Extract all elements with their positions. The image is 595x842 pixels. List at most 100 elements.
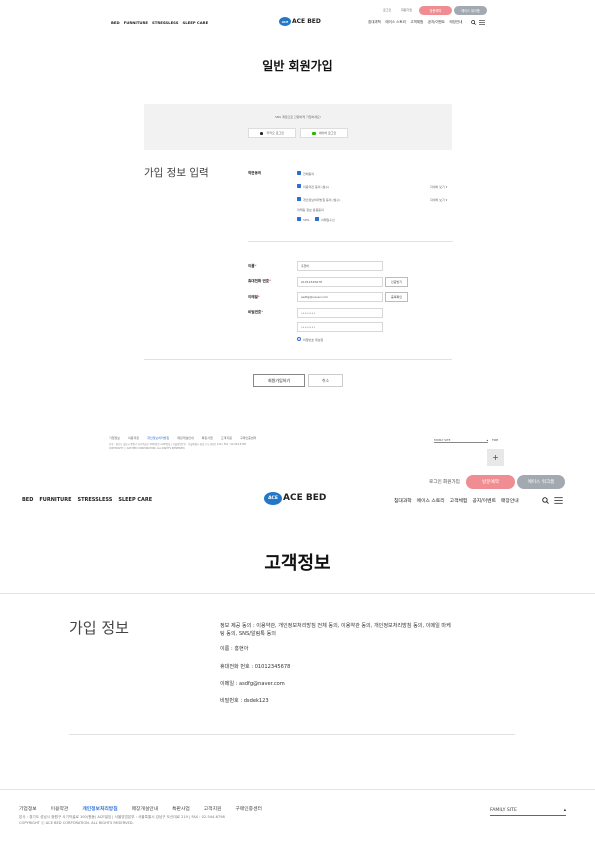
- nav-ace-story[interactable]: 에이스 스토리: [385, 20, 405, 25]
- password-reset-checkbox[interactable]: [297, 337, 301, 341]
- logo-badge: ACE: [264, 492, 282, 505]
- footer-link-special-sales[interactable]: 특판사업: [172, 805, 190, 812]
- footer-link-support[interactable]: 고객지원: [204, 805, 222, 812]
- password-note: 비밀번호 재설정: [303, 337, 324, 342]
- visit-reservation-button[interactable]: 방문예약: [419, 6, 452, 15]
- ace-workform-label: 에이스 워크폼: [527, 480, 555, 485]
- search-icon[interactable]: [542, 497, 549, 504]
- name-label: 이름*: [248, 264, 257, 268]
- name-info: 이름 : 홍현아: [220, 646, 249, 652]
- password-field[interactable]: ••••••••: [297, 308, 383, 318]
- ace-workform-button[interactable]: 에이스 워크폼: [517, 475, 565, 489]
- email-check-button[interactable]: 중복확인: [385, 292, 408, 302]
- menu-icon[interactable]: [554, 497, 563, 504]
- footer-link-privacy[interactable]: 개인정보처리방침: [147, 436, 169, 440]
- checkbox-sms[interactable]: [297, 217, 301, 221]
- login-link[interactable]: 로그인: [429, 479, 442, 485]
- family-site-label: FAMILY SITE: [434, 438, 451, 442]
- signup-link[interactable]: 회원가입: [401, 8, 412, 12]
- visit-reservation-label: 방문예약: [482, 480, 499, 485]
- signup-link[interactable]: 회원가입: [443, 479, 460, 485]
- footer-link-store-open[interactable]: 매장개설안내: [177, 436, 194, 440]
- footer-address: 본사 : 경기도 성남시 중원구 사기막골로 100(원동) ACE빌딩 | 서…: [19, 815, 225, 819]
- divider: [144, 359, 452, 360]
- main-nav-left: BED FURNITURE STRESSLESS SLEEP CARE: [22, 497, 152, 503]
- footer-link-terms[interactable]: 이용약관: [128, 436, 139, 440]
- terms-item1-label: 이용약관 동의 (필수): [303, 184, 330, 189]
- section-title: 가입 정보: [69, 619, 129, 637]
- ace-workform-button[interactable]: 에이스 워크폼: [454, 6, 487, 15]
- marketing-label: 마케팅 정보 활용동의: [297, 207, 324, 212]
- main-nav-right: 침대과학 에이스 스토리 고객체험 공지/이벤트 매장안내: [368, 20, 462, 25]
- nav-furniture[interactable]: FURNITURE: [124, 20, 148, 25]
- nav-bed[interactable]: BED: [111, 20, 120, 25]
- visit-reservation-button[interactable]: 방문예약: [466, 475, 515, 489]
- menu-icon[interactable]: [479, 20, 485, 25]
- nav-notice-event[interactable]: 공지/이벤트: [472, 497, 496, 504]
- footer-links: 기업정보 이용약관 개인정보처리방침 매장개설안내 특판사업 고객지원 구매인증…: [19, 805, 262, 812]
- nav-store[interactable]: 매장안내: [450, 20, 463, 25]
- footer-link-terms[interactable]: 이용약관: [51, 805, 69, 812]
- checkbox-privacy[interactable]: [297, 197, 301, 201]
- nav-store[interactable]: 매장안내: [501, 497, 519, 504]
- main-nav-right: 침대과학 에이스 스토리 고객체험 공지/이벤트 매장안내: [394, 497, 519, 504]
- footer-copyright: COPYRIGHT ⓒ ACE BED CORPORATION. ALL RIG…: [109, 447, 186, 450]
- footer-link-company[interactable]: 기업정보: [109, 436, 120, 440]
- terms-all-label: 전체동의: [303, 171, 315, 176]
- nav-sleep-care[interactable]: SLEEP CARE: [118, 497, 152, 503]
- phone-verify-button[interactable]: 인증받기: [385, 277, 408, 287]
- consent-info: 정보 제공 동의 : 이용약관, 개인정보처리방침 전체 동의, 이용약관 동의…: [220, 623, 451, 637]
- chevron-up-icon: ▴: [563, 808, 566, 813]
- nav-experience[interactable]: 고객체험: [410, 20, 423, 25]
- chevron-up-icon: ▴: [486, 438, 488, 442]
- footer-link-company[interactable]: 기업정보: [19, 805, 37, 812]
- phone-field[interactable]: 01012345678: [297, 277, 383, 287]
- login-link[interactable]: 로그인: [383, 8, 391, 12]
- name-field[interactable]: 홍현아: [297, 261, 383, 271]
- footer-link-special-sales[interactable]: 특판사업: [202, 436, 213, 440]
- naver-login-button[interactable]: 네이버 로그인: [300, 128, 348, 138]
- family-site-select[interactable]: FAMILY SITE ▴: [490, 808, 566, 816]
- family-site-select[interactable]: FAMILY SITE ▴: [434, 438, 488, 443]
- sms-label: SMS: [303, 217, 310, 222]
- password-confirm-field[interactable]: ••••••••: [297, 322, 383, 332]
- nav-ace-story[interactable]: 에이스 스토리: [417, 497, 445, 504]
- nav-stressless[interactable]: STRESSLESS: [152, 20, 178, 25]
- nav-bed-science[interactable]: 침대과학: [368, 20, 381, 25]
- footer-link-store-open[interactable]: 매장개설안내: [132, 805, 158, 812]
- footer-link-privacy[interactable]: 개인정보처리방침: [82, 805, 117, 812]
- kakao-login-button[interactable]: 카카오 로그인: [248, 128, 296, 138]
- checkbox-email[interactable]: [315, 217, 319, 221]
- top-label[interactable]: TOP: [492, 438, 498, 442]
- terms-view-2[interactable]: 자세히 보기 ▾: [430, 198, 447, 202]
- family-site-label: FAMILY SITE: [490, 808, 517, 813]
- checkbox-terms[interactable]: [297, 184, 301, 188]
- nav-experience[interactable]: 고객체험: [450, 497, 468, 504]
- submit-signup-button[interactable]: 회원가입하기: [253, 374, 305, 387]
- checkbox-all[interactable]: [297, 171, 301, 175]
- naver-login-label: 네이버 로그인: [318, 131, 337, 135]
- cancel-button[interactable]: 취소: [308, 374, 343, 387]
- phone-info: 휴대전화 번호 : 01012345678: [220, 664, 291, 670]
- plus-icon[interactable]: +: [487, 449, 504, 466]
- footer-copyright: COPYRIGHT ⓒ ACE BED CORPORATION. ALL RIG…: [19, 821, 134, 825]
- naver-icon: [311, 131, 316, 135]
- nav-stressless[interactable]: STRESSLESS: [78, 497, 113, 503]
- footer-divider: [0, 789, 595, 790]
- ace-workform-label: 에이스 워크폼: [461, 9, 480, 13]
- terms-label: 약관동의: [248, 171, 262, 175]
- nav-sleep-care[interactable]: SLEEP CARE: [182, 20, 208, 25]
- terms-view-1[interactable]: 자세히 보기 ▾: [430, 185, 447, 189]
- search-icon[interactable]: [471, 20, 476, 25]
- email-field[interactable]: asdfg@naver.com: [297, 292, 383, 302]
- kakao-icon: [259, 131, 264, 135]
- footer-link-auth-center[interactable]: 구매인증센터: [240, 436, 257, 440]
- footer-link-auth-center[interactable]: 구매인증센터: [235, 805, 261, 812]
- sns-prompt: SNS 계정으로 간편하게 가입하세요!: [275, 115, 321, 119]
- nav-notice-event[interactable]: 공지/이벤트: [428, 20, 445, 25]
- nav-bed-science[interactable]: 침대과학: [394, 497, 412, 504]
- sns-signup-box: [144, 104, 452, 150]
- nav-furniture[interactable]: FURNITURE: [39, 497, 71, 503]
- footer-link-support[interactable]: 고객지원: [221, 436, 232, 440]
- nav-bed[interactable]: BED: [22, 497, 33, 503]
